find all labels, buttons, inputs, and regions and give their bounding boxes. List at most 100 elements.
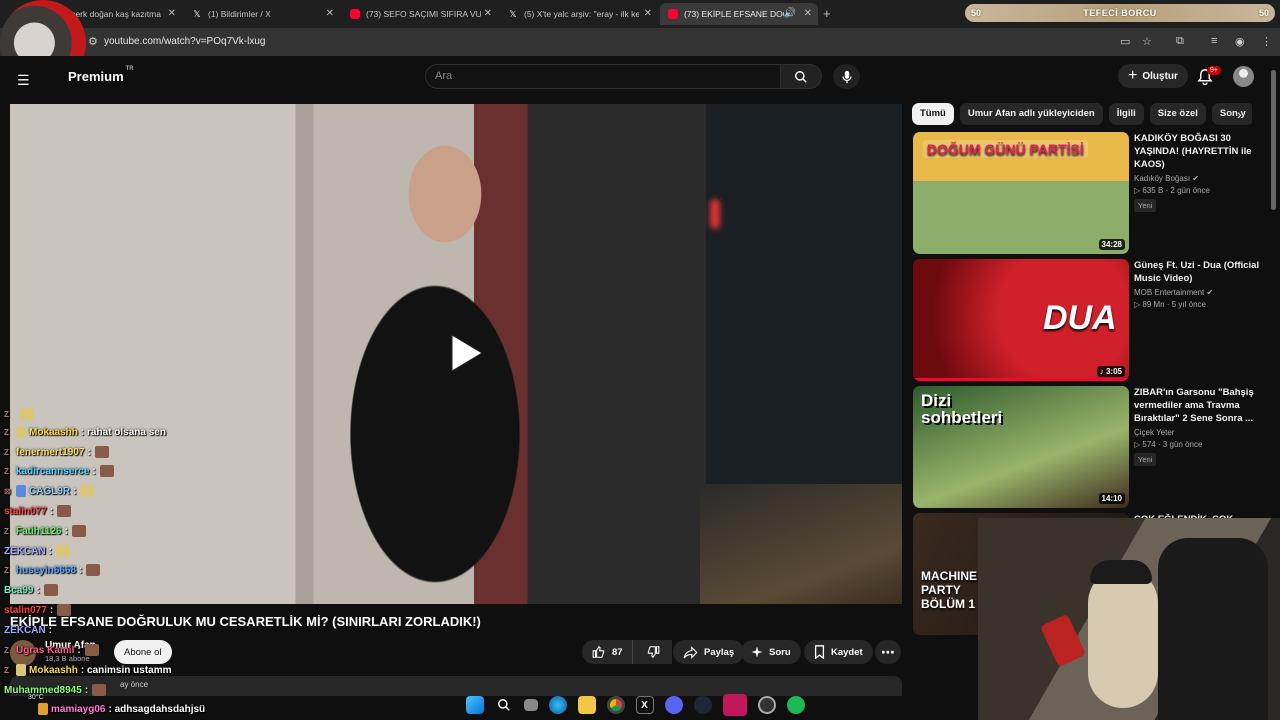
- filter-chips: Tümü Umur Afan adlı yükleyiciden İlgili Siz…: [912, 103, 1252, 125]
- chip-recent[interactable]: Son y: [1211, 103, 1252, 125]
- recommendation-item[interactable]: DOĞUM GÜNÜ PARTİSİ 34:28 KADIKÖY BOĞASI …: [913, 132, 1273, 254]
- emote-icon: [57, 604, 72, 616]
- hamburger-menu-icon[interactable]: ☰: [17, 72, 30, 89]
- tab-3[interactable]: (73) SEFO SAÇIMI SIFIRA VURDU ✕: [342, 3, 498, 25]
- chat-message: : canimsin ustamm: [80, 664, 172, 676]
- tab-5-active[interactable]: (73) EKİPLE EFSANE DOĞRU 🔊 ✕: [660, 3, 818, 25]
- spotify-icon[interactable]: [786, 696, 805, 714]
- youtube-icon: [350, 9, 360, 19]
- chat-user: ZEKCAN: [4, 545, 46, 557]
- badge-icon: [38, 703, 48, 715]
- youtube-header: ☰ PremiumTR + Oluştur 9+: [0, 56, 1280, 100]
- menu-kebab-icon[interactable]: ⋮: [1261, 35, 1272, 48]
- recommendation-item[interactable]: DUA ♪ 3:05 Güneş Ft. Uzi - Dua (Official…: [913, 259, 1273, 381]
- video-thumbnail[interactable]: DOĞUM GÜNÜ PARTİSİ 34:28: [913, 132, 1129, 254]
- meta-label: 635 B · 2 gün önce: [1142, 186, 1210, 195]
- chip-uploader[interactable]: Umur Afan adlı yükleyiciden: [959, 103, 1103, 125]
- chat-line: Zhuseyin6668:: [4, 562, 101, 578]
- share-button[interactable]: Paylaş: [673, 640, 745, 664]
- logo-region: TR: [125, 65, 134, 72]
- tab-2[interactable]: 𝕏 (1) Bildirimler / X ✕: [184, 3, 340, 25]
- url-field[interactable]: youtube.com/watch?v=POq7Vk-lxug: [104, 36, 265, 47]
- recommendation-channel[interactable]: MOB Entertainment ✔: [1134, 288, 1264, 297]
- extensions-icon[interactable]: ⧉: [1176, 35, 1184, 48]
- plus-icon: +: [1128, 67, 1138, 84]
- edge-icon[interactable]: [548, 696, 567, 714]
- steam-icon[interactable]: [693, 696, 712, 714]
- thumbs-up-icon: [592, 645, 605, 658]
- obs-icon[interactable]: [757, 696, 776, 714]
- more-actions-button[interactable]: ⋯: [875, 640, 901, 664]
- cast-icon[interactable]: ▭: [1120, 35, 1130, 48]
- discord-icon[interactable]: [664, 696, 683, 714]
- progress-bar: [913, 378, 1129, 381]
- search-input[interactable]: [426, 65, 780, 87]
- recommendation-item[interactable]: Dizi sohbetleri 14:10 ZIBAR'ın Garsonu "…: [913, 386, 1273, 508]
- x-app-icon[interactable]: X: [635, 696, 654, 714]
- search-icon[interactable]: [495, 696, 513, 714]
- recommendation-title[interactable]: Güneş Ft. Uzi - Dua (Official Music Vide…: [1134, 259, 1264, 285]
- chip-for-you[interactable]: Size özel: [1149, 103, 1206, 125]
- chat-line: Zkadircannserce:: [4, 463, 114, 479]
- chat-line: ZEKCAN:: [4, 543, 71, 559]
- microphone-icon: [841, 70, 852, 83]
- search-button[interactable]: [780, 64, 822, 89]
- voice-search-button[interactable]: [833, 64, 860, 89]
- bookmark-icon: [814, 645, 825, 659]
- chat-message: :: [49, 505, 54, 517]
- duration-label: 3:05: [1105, 367, 1122, 376]
- windows-start-icon[interactable]: [465, 696, 484, 714]
- webcam-microphone: [1039, 613, 1087, 668]
- task-view-icon[interactable]: [523, 699, 538, 711]
- profile-icon[interactable]: ◉: [1235, 35, 1245, 48]
- new-tab-button[interactable]: +: [823, 6, 831, 21]
- dislike-button[interactable]: [632, 640, 672, 664]
- recommendation-channel[interactable]: Kadıköy Boğası ✔: [1134, 174, 1264, 183]
- site-info-icon[interactable]: ⚙: [88, 35, 98, 48]
- create-label: Oluştur: [1142, 70, 1178, 82]
- chevron-right-icon[interactable]: ›: [1237, 106, 1242, 122]
- chat-user: Mokaashh: [29, 664, 78, 676]
- save-button[interactable]: Kaydet: [804, 640, 873, 664]
- video-thumbnail[interactable]: DUA ♪ 3:05: [913, 259, 1129, 381]
- youtube-logo[interactable]: PremiumTR: [68, 65, 134, 84]
- app-icon[interactable]: [722, 694, 747, 716]
- chat-line: Muhammed8945:: [4, 682, 107, 698]
- close-icon[interactable]: ✕: [326, 8, 334, 19]
- speaker-icon[interactable]: 🔊: [784, 8, 796, 19]
- bookmark-star-icon[interactable]: ☆: [1142, 35, 1152, 48]
- video-frame-street: [700, 484, 902, 604]
- new-badge: Yeni: [1134, 199, 1157, 212]
- create-button[interactable]: + Oluştur: [1118, 64, 1188, 88]
- recommendation-title[interactable]: KADIKÖY BOĞASI 30 YAŞINDA! (HAYRETTİN il…: [1134, 132, 1264, 171]
- webcam-person: [1088, 568, 1158, 708]
- chat-message: :: [48, 624, 53, 636]
- recommendation-channel[interactable]: Çiçek Yeter: [1134, 428, 1264, 437]
- video-player[interactable]: [10, 104, 902, 604]
- scrollbar-thumb[interactable]: [1271, 70, 1276, 210]
- emote-icon: [84, 644, 99, 656]
- chat-line: mamiayg06: adhsagdahsdahjsü: [4, 701, 205, 717]
- ask-button[interactable]: Soru: [741, 640, 801, 664]
- file-explorer-icon[interactable]: [577, 696, 596, 714]
- tab-4[interactable]: 𝕏 (5) X'te yalc arşiv: "eray - ilk kez ✕: [500, 3, 658, 25]
- x-icon: 𝕏: [509, 9, 517, 19]
- recommendation-title[interactable]: ZIBAR'ın Garsonu "Bahşiş vermediler ama …: [1134, 386, 1264, 425]
- chat-message: :: [87, 446, 91, 458]
- thumbnail-text: DOĞUM GÜNÜ PARTİSİ: [923, 140, 1088, 158]
- duration-badge: ♪ 3:05: [1096, 366, 1125, 377]
- subscribe-button[interactable]: Abone ol: [114, 640, 172, 664]
- more-horizontal-icon: ⋯: [881, 644, 895, 660]
- chip-related[interactable]: İlgili: [1108, 103, 1144, 125]
- emote-icon: [92, 684, 107, 696]
- play-button[interactable]: [445, 332, 487, 374]
- close-icon[interactable]: ✕: [168, 8, 176, 19]
- chrome-icon[interactable]: [606, 696, 625, 714]
- video-thumbnail[interactable]: Dizi sohbetleri 14:10: [913, 386, 1129, 508]
- close-icon[interactable]: ✕: [804, 8, 812, 19]
- media-controls-icon[interactable]: ≡: [1211, 35, 1217, 47]
- chip-all[interactable]: Tümü: [912, 103, 954, 125]
- close-icon[interactable]: ✕: [644, 8, 652, 19]
- close-icon[interactable]: ✕: [484, 8, 492, 19]
- user-avatar[interactable]: [1233, 66, 1254, 87]
